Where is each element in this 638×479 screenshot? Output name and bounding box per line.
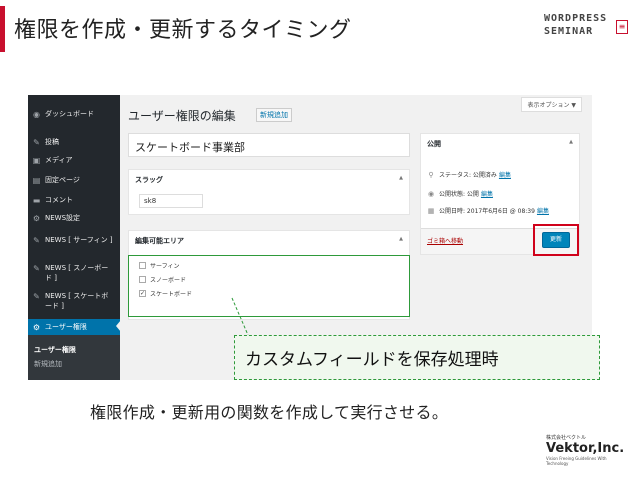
company-logo: 株式会社ベクトル Vektor,Inc. Vision Freeing Guid… <box>546 434 626 468</box>
company-kabushiki: 株式会社ベクトル <box>546 435 587 441</box>
company-name: Vektor,Inc. <box>546 441 625 456</box>
company-tagline: Vision Freeing Guidelines With Technolog… <box>546 456 607 466</box>
slide-caption: 権限作成・更新用の関数を作成して実行させる。 <box>90 403 449 422</box>
callout-box: カスタムフィールドを保存処理時 <box>234 335 600 380</box>
